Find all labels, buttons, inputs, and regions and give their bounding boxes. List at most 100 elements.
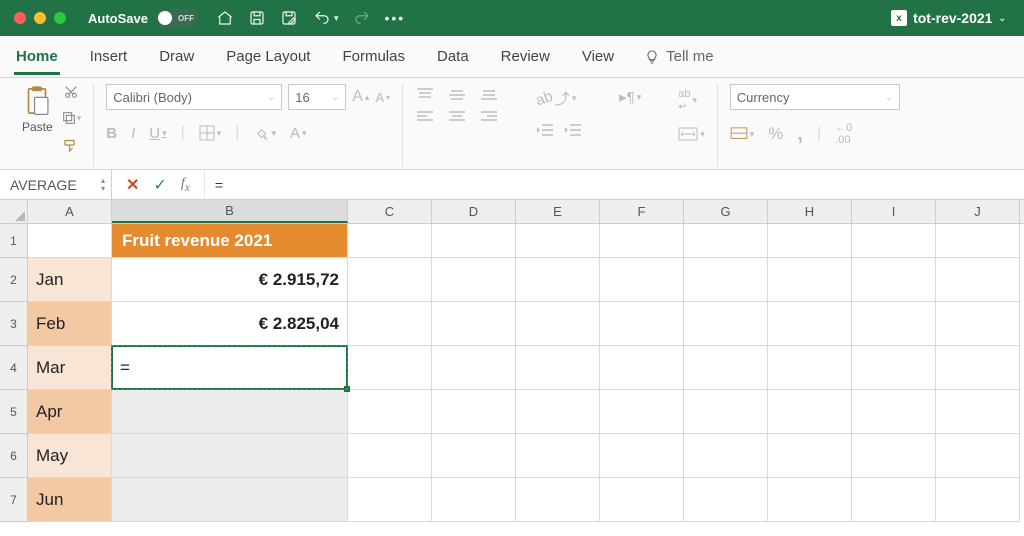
font-name-combo[interactable]: Calibri (Body)⌄: [106, 84, 282, 110]
cell-A2[interactable]: Jan: [28, 258, 112, 302]
tab-draw[interactable]: Draw: [157, 38, 196, 75]
formula-input[interactable]: =: [205, 170, 1024, 199]
copy-icon[interactable]: ▾: [61, 110, 82, 126]
cell[interactable]: [768, 434, 852, 478]
undo-icon[interactable]: ▾: [312, 9, 339, 27]
row-header[interactable]: 4: [0, 346, 28, 390]
cell[interactable]: [516, 224, 600, 258]
tab-insert[interactable]: Insert: [88, 38, 130, 75]
cell[interactable]: [936, 346, 1020, 390]
col-header-G[interactable]: G: [684, 200, 768, 223]
cell[interactable]: [600, 390, 684, 434]
cell-B1[interactable]: Fruit revenue 2021: [112, 224, 348, 258]
col-header-E[interactable]: E: [516, 200, 600, 223]
cell[interactable]: [852, 302, 936, 346]
cell[interactable]: [348, 434, 432, 478]
cell[interactable]: [600, 224, 684, 258]
col-header-I[interactable]: I: [852, 200, 936, 223]
col-header-D[interactable]: D: [432, 200, 516, 223]
underline-button[interactable]: U ▾: [149, 125, 166, 142]
cell[interactable]: [432, 258, 516, 302]
cell[interactable]: [432, 390, 516, 434]
col-header-A[interactable]: A: [28, 200, 112, 223]
row-header[interactable]: 2: [0, 258, 28, 302]
cell[interactable]: [936, 258, 1020, 302]
font-size-combo[interactable]: 16⌄: [288, 84, 346, 110]
cell[interactable]: [516, 478, 600, 522]
cell[interactable]: [600, 478, 684, 522]
fx-icon[interactable]: fx: [181, 176, 190, 194]
borders-button[interactable]: ▾: [199, 125, 222, 141]
cell[interactable]: [768, 390, 852, 434]
align-middle-icon[interactable]: [447, 88, 467, 102]
font-color-button[interactable]: A ▾: [290, 125, 307, 142]
orientation-button[interactable]: ab⤴ ▾: [536, 88, 582, 109]
cell[interactable]: [516, 258, 600, 302]
cell[interactable]: [600, 258, 684, 302]
cell-A1[interactable]: [28, 224, 112, 258]
tab-home[interactable]: Home: [14, 38, 60, 75]
number-format-combo[interactable]: Currency⌄: [730, 84, 900, 110]
save-icon[interactable]: [248, 9, 266, 27]
cell[interactable]: [684, 346, 768, 390]
cell-B2[interactable]: € 2.915,72: [112, 258, 348, 302]
cell[interactable]: [684, 478, 768, 522]
decrease-font-icon[interactable]: A▾: [375, 90, 390, 105]
cell[interactable]: [432, 434, 516, 478]
document-name[interactable]: x tot-rev-2021 ⌄: [891, 10, 1006, 26]
align-bottom-icon[interactable]: [479, 88, 499, 102]
accounting-format-button[interactable]: ▾: [730, 127, 755, 141]
row-header[interactable]: 3: [0, 302, 28, 346]
cell[interactable]: [348, 224, 432, 258]
cell[interactable]: [936, 434, 1020, 478]
cell[interactable]: [768, 346, 852, 390]
cell[interactable]: [432, 302, 516, 346]
cut-icon[interactable]: [61, 84, 82, 100]
cell-A6[interactable]: May: [28, 434, 112, 478]
cell[interactable]: [852, 434, 936, 478]
cell-B5[interactable]: [112, 390, 348, 434]
cell[interactable]: [600, 302, 684, 346]
align-top-icon[interactable]: [415, 88, 435, 102]
cell[interactable]: [348, 346, 432, 390]
rtl-button[interactable]: ▸¶ ▾: [619, 88, 641, 106]
cell[interactable]: [348, 390, 432, 434]
row-header[interactable]: 5: [0, 390, 28, 434]
cell[interactable]: [852, 390, 936, 434]
spreadsheet-grid[interactable]: A B C D E F G H I J 1Fruit revenue 20212…: [0, 200, 1024, 522]
tab-view[interactable]: View: [580, 38, 616, 75]
tell-me[interactable]: Tell me: [644, 48, 714, 65]
home-icon[interactable]: [216, 9, 234, 27]
cell[interactable]: [348, 478, 432, 522]
cell[interactable]: [852, 478, 936, 522]
decrease-indent-icon[interactable]: [536, 123, 554, 137]
percent-button[interactable]: %: [768, 124, 783, 144]
cell[interactable]: [936, 224, 1020, 258]
more-icon[interactable]: •••: [385, 10, 406, 26]
cell-A4[interactable]: Mar: [28, 346, 112, 390]
cell[interactable]: [936, 478, 1020, 522]
format-painter-icon[interactable]: [61, 136, 82, 154]
cell[interactable]: [516, 434, 600, 478]
cell-A5[interactable]: Apr: [28, 390, 112, 434]
cell[interactable]: [516, 390, 600, 434]
cancel-formula-button[interactable]: ✕: [126, 175, 139, 195]
increase-indent-icon[interactable]: [564, 123, 582, 137]
paste-icon[interactable]: [22, 84, 52, 118]
col-header-J[interactable]: J: [936, 200, 1020, 223]
cell[interactable]: [684, 302, 768, 346]
cell[interactable]: [852, 346, 936, 390]
close-window-button[interactable]: [14, 12, 26, 24]
tab-data[interactable]: Data: [435, 38, 471, 75]
fill-color-button[interactable]: ▾: [253, 125, 276, 141]
row-header[interactable]: 6: [0, 434, 28, 478]
cell[interactable]: [600, 434, 684, 478]
save-as-icon[interactable]: [280, 9, 298, 27]
row-header[interactable]: 7: [0, 478, 28, 522]
col-header-B[interactable]: B: [112, 200, 348, 223]
cell[interactable]: [348, 258, 432, 302]
cell[interactable]: [852, 224, 936, 258]
redo-icon[interactable]: [353, 9, 371, 27]
cell[interactable]: [684, 258, 768, 302]
cell[interactable]: [348, 302, 432, 346]
